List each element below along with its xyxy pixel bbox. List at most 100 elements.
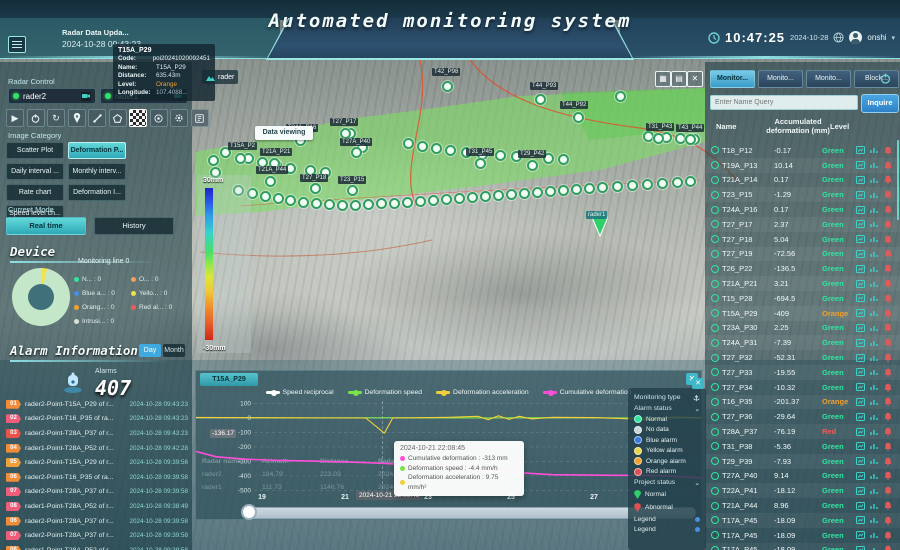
chart-icon[interactable]: [856, 428, 865, 436]
table-row[interactable]: T15A_P29 -409 Orange: [705, 306, 900, 321]
alarm-status-header[interactable]: Alarm status ⌄: [634, 403, 700, 414]
table-row[interactable]: T21A_P14 0.17 Green: [705, 173, 900, 188]
monitor-point-tag[interactable]: T21A_P21: [260, 148, 292, 156]
trend-icon[interactable]: [870, 250, 879, 258]
chart-legend-item[interactable]: Cumulative deformation: [543, 389, 632, 396]
alarm-bell-icon[interactable]: [884, 383, 892, 392]
table-row[interactable]: T19A_P13 10.14 Green: [705, 158, 900, 173]
monitor-point-tag[interactable]: T44_P93: [530, 82, 558, 90]
trend-icon[interactable]: [870, 442, 879, 450]
alarm-list-item[interactable]: 06 rader2-Point-T28A_P37 of r... 2024-10…: [6, 514, 188, 529]
monitor-point-tag[interactable]: T27A_P40: [340, 138, 372, 146]
chart-icon[interactable]: [856, 398, 865, 406]
alarm-bell-icon[interactable]: [884, 309, 892, 318]
chart-icon[interactable]: [856, 176, 865, 184]
user-name[interactable]: onshi: [867, 33, 886, 42]
checker-fill-icon[interactable]: [129, 109, 147, 127]
trend-icon[interactable]: [870, 294, 879, 302]
month-button[interactable]: Month: [163, 344, 185, 357]
chart-legend-item[interactable]: Speed reciprocal: [266, 389, 334, 396]
alarm-bell-icon[interactable]: [884, 427, 892, 436]
monitor-point-marker[interactable]: [324, 199, 335, 210]
monitor-point-marker[interactable]: [495, 150, 506, 161]
alarm-bell-icon[interactable]: [884, 279, 892, 288]
monitor-point-marker[interactable]: [467, 192, 478, 203]
monitor-point-tag[interactable]: T29_P42: [518, 150, 546, 158]
chart-icon[interactable]: [856, 250, 865, 258]
table-row[interactable]: T23_P15 -1.29 Green: [705, 187, 900, 202]
table-row[interactable]: T18_P12 -0.17 Green: [705, 143, 900, 158]
chart-icon[interactable]: [856, 354, 865, 362]
panel-settings-icon[interactable]: [191, 109, 209, 127]
monitor-point-marker[interactable]: [672, 177, 683, 188]
chart-icon[interactable]: [856, 339, 865, 347]
monitor-point-marker[interactable]: [506, 189, 517, 200]
alarm-bell-icon[interactable]: [884, 457, 892, 466]
chevron-down-icon[interactable]: ▾: [892, 34, 896, 42]
close-icon[interactable]: ✕: [692, 378, 704, 389]
table-row[interactable]: T21A_P21 3.21 Green: [705, 276, 900, 291]
monitor-point-marker[interactable]: [351, 147, 362, 158]
monitor-point-marker[interactable]: [527, 160, 538, 171]
alarm-bell-icon[interactable]: [884, 397, 892, 406]
table-row[interactable]: T29_P39 -7.93 Green: [705, 454, 900, 469]
trend-icon[interactable]: [870, 235, 879, 243]
monitor-tab[interactable]: Monito...: [758, 70, 803, 88]
table-row[interactable]: T27_P19 -72.56 Green: [705, 247, 900, 262]
monitor-point-marker[interactable]: [545, 186, 556, 197]
monitor-point-marker[interactable]: [310, 183, 321, 194]
target-icon[interactable]: [150, 109, 168, 127]
alarm-list-item[interactable]: 03 rader2-Point-T28A_P37 of r... 2024-10…: [6, 426, 188, 441]
alarm-bell-icon[interactable]: [884, 235, 892, 244]
monitor-point-marker[interactable]: [480, 191, 491, 202]
monitor-point-marker[interactable]: [657, 178, 668, 189]
table-row[interactable]: T15_P28 -694.5 Green: [705, 291, 900, 306]
monitor-point-marker[interactable]: [475, 158, 486, 169]
monitor-point-marker[interactable]: [235, 153, 246, 164]
table-row[interactable]: T23A_P30 2.25 Green: [705, 321, 900, 336]
monitor-point-marker[interactable]: [337, 200, 348, 211]
monitor-point-marker[interactable]: [441, 194, 452, 205]
monitor-tab[interactable]: Monitor...: [710, 70, 755, 88]
trend-icon[interactable]: [870, 191, 879, 199]
alarm-bell-icon[interactable]: [884, 516, 892, 525]
monitor-point-tag[interactable]: T43_P44: [676, 124, 704, 132]
alarm-bell-icon[interactable]: [884, 190, 892, 199]
monitoring-type-header[interactable]: Monitoring type: [634, 392, 700, 403]
alarm-list-item[interactable]: 02 rader2-Point-T16_P35 of ra... 2024-10…: [6, 412, 188, 427]
alarm-bell-icon[interactable]: [884, 264, 892, 273]
layers-icon[interactable]: ▤: [671, 71, 687, 87]
trend-icon[interactable]: [870, 265, 879, 273]
monitor-point-marker[interactable]: [558, 185, 569, 196]
monitor-point-marker[interactable]: [535, 94, 546, 105]
alarm-bell-icon[interactable]: [884, 471, 892, 480]
chart-icon[interactable]: [856, 235, 865, 243]
alarm-list-item[interactable]: 08 rader1-Point-T28A_P52 of r... 2024-10…: [6, 499, 188, 514]
monitor-point-marker[interactable]: [573, 112, 584, 123]
polygon-icon[interactable]: [109, 109, 127, 127]
monitor-point-marker[interactable]: [428, 195, 439, 206]
table-row[interactable]: T27_P34 -10.32 Green: [705, 380, 900, 395]
mode-button[interactable]: Real time: [6, 217, 86, 235]
monitor-point-marker[interactable]: [584, 183, 595, 194]
monitor-point-marker[interactable]: [273, 193, 284, 204]
alarm-bell-icon[interactable]: [884, 175, 892, 184]
table-row[interactable]: T31_P38 -5.36 Green: [705, 439, 900, 454]
slider-handle[interactable]: [241, 504, 257, 520]
table-row[interactable]: T26_P22 -136.5 Green: [705, 261, 900, 276]
table-row[interactable]: T27_P17 2.37 Green: [705, 217, 900, 232]
table-row[interactable]: T24A_P31 -7.39 Green: [705, 335, 900, 350]
trend-icon[interactable]: [870, 220, 879, 228]
monitor-point-marker[interactable]: [653, 133, 664, 144]
alarm-bell-icon[interactable]: [884, 501, 892, 510]
menu-icon[interactable]: [8, 36, 26, 53]
trend-icon[interactable]: [870, 146, 879, 154]
alarm-bell-icon[interactable]: [884, 205, 892, 214]
monitor-point-marker[interactable]: [571, 184, 582, 195]
monitor-point-marker[interactable]: [442, 81, 453, 92]
chart-icon[interactable]: [856, 206, 865, 214]
alarm-bell-icon[interactable]: [884, 353, 892, 362]
alarm-bell-icon[interactable]: [884, 412, 892, 421]
monitor-point-tag[interactable]: T21A_P44: [256, 166, 288, 174]
monitor-point-tag[interactable]: T15A_P2: [228, 142, 257, 150]
